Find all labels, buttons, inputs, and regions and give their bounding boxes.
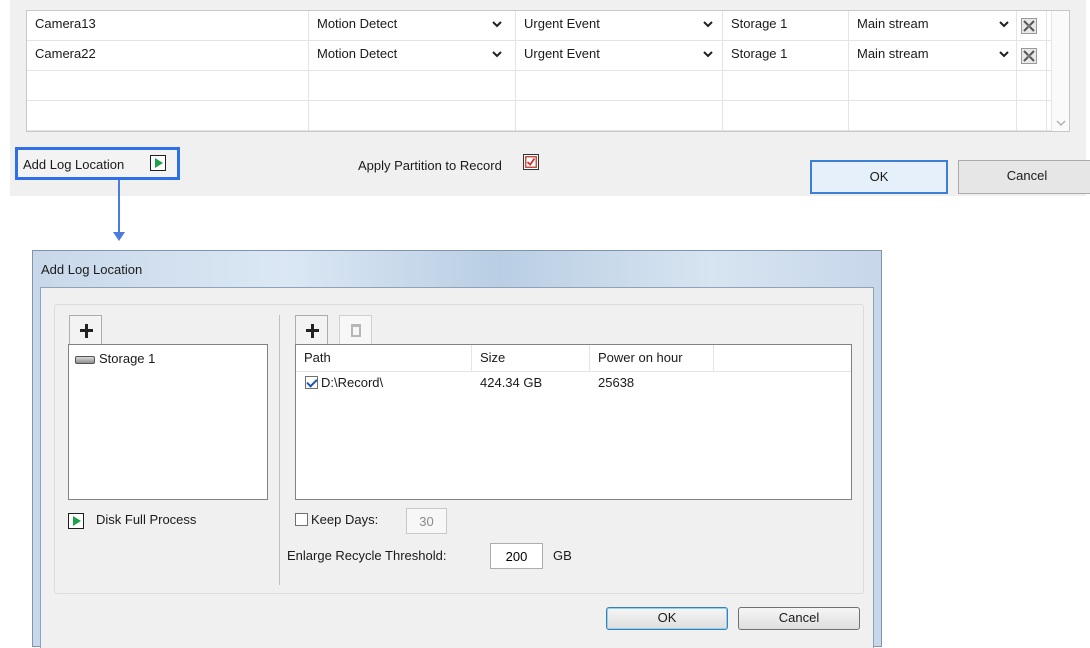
callout-arrow-line (118, 180, 120, 234)
path-cell: D:\Record\ (305, 375, 383, 390)
column-header-power-on-hour[interactable]: Power on hour (590, 345, 714, 371)
chevron-down-icon (999, 21, 1009, 28)
chevron-down-icon (492, 21, 502, 28)
play-icon (68, 512, 84, 529)
size-cell: 424.34 GB (480, 375, 543, 390)
path-checkbox[interactable] (305, 376, 318, 389)
record-settings-panel: Camera13 Motion Detect Urgent Event Stor… (10, 0, 1090, 196)
dialog-body: Storage 1 Disk Full Process Path Size Po… (40, 287, 874, 648)
add-path-button[interactable] (295, 315, 328, 346)
storage-cell: Storage 1 (723, 41, 849, 71)
tools-icon[interactable] (1021, 48, 1037, 64)
keep-days-option[interactable]: Keep Days: (295, 512, 378, 527)
add-log-location-dialog: Add Log Location Storage 1 Disk Full Pro… (32, 250, 882, 648)
settings-cell (1017, 11, 1047, 41)
event-value: Urgent Event (524, 16, 600, 31)
path-value: D:\Record\ (321, 375, 384, 390)
storage-cell: Storage 1 (723, 11, 849, 41)
event-select[interactable]: Urgent Event (516, 11, 723, 41)
event-value: Urgent Event (524, 46, 600, 61)
settings-cell (1017, 41, 1047, 71)
storage-list[interactable]: Storage 1 (68, 344, 268, 500)
trigger-value: Motion Detect (317, 46, 398, 61)
delete-path-button[interactable] (339, 315, 372, 346)
trigger-select[interactable]: Motion Detect (309, 11, 516, 41)
path-table: Path Size Power on hour D:\Record\ 424.3… (295, 344, 852, 500)
stream-select[interactable]: Main stream (849, 41, 1017, 71)
disk-full-process-button[interactable]: Disk Full Process (68, 512, 196, 529)
add-log-location-button[interactable]: Add Log Location (15, 147, 180, 180)
scroll-down-icon[interactable] (1056, 119, 1066, 127)
hard-disk-icon (75, 355, 95, 364)
enlarge-recycle-threshold-input[interactable] (490, 543, 543, 569)
chevron-down-icon (703, 21, 713, 28)
apply-partition-label: Apply Partition to Record (358, 158, 502, 173)
stream-value: Main stream (857, 46, 929, 61)
tools-icon[interactable] (1021, 18, 1037, 34)
dialog-ok-button[interactable]: OK (606, 607, 728, 630)
camera-name-cell: Camera22 (27, 41, 309, 71)
camera-record-table: Camera13 Motion Detect Urgent Event Stor… (26, 10, 1070, 132)
keep-days-checkbox[interactable] (295, 513, 308, 526)
add-storage-button[interactable] (69, 315, 102, 346)
dialog-cancel-button[interactable]: Cancel (738, 607, 860, 630)
chevron-down-icon (703, 51, 713, 58)
trash-icon (351, 324, 361, 337)
chevron-down-icon (999, 51, 1009, 58)
camera-name-cell: Camera13 (27, 11, 309, 41)
callout-arrow-head (113, 232, 125, 241)
chevron-down-icon (492, 51, 502, 58)
play-icon (150, 155, 166, 171)
recycle-unit-label: GB (553, 548, 572, 563)
stream-select[interactable]: Main stream (849, 11, 1017, 41)
table-row (27, 101, 1051, 131)
table-row[interactable]: Camera22 Motion Detect Urgent Event Stor… (27, 41, 1051, 71)
disk-full-process-label: Disk Full Process (96, 512, 197, 527)
ok-button[interactable]: OK (810, 160, 948, 194)
enlarge-recycle-threshold-label: Enlarge Recycle Threshold: (287, 548, 447, 563)
stream-value: Main stream (857, 16, 929, 31)
list-item[interactable]: Storage 1 (75, 351, 155, 366)
keep-days-input[interactable] (406, 508, 447, 534)
column-header-path[interactable]: Path (296, 345, 472, 371)
trigger-select[interactable]: Motion Detect (309, 41, 516, 71)
keep-days-label: Keep Days: (311, 512, 379, 527)
column-header-size[interactable]: Size (472, 345, 590, 371)
add-log-location-label: Add Log Location (23, 157, 125, 172)
event-select[interactable]: Urgent Event (516, 41, 723, 71)
cancel-button[interactable]: Cancel (958, 160, 1090, 194)
dialog-title: Add Log Location (41, 262, 143, 277)
table-row[interactable]: Camera13 Motion Detect Urgent Event Stor… (27, 11, 1051, 41)
vertical-divider (279, 315, 280, 585)
trigger-value: Motion Detect (317, 16, 398, 31)
power-on-hour-cell: 25638 (598, 375, 635, 390)
table-row (27, 71, 1051, 101)
vertical-scrollbar[interactable] (1051, 11, 1069, 131)
storage-item-label: Storage 1 (99, 351, 156, 366)
apply-partition-checkbox[interactable] (523, 154, 539, 170)
